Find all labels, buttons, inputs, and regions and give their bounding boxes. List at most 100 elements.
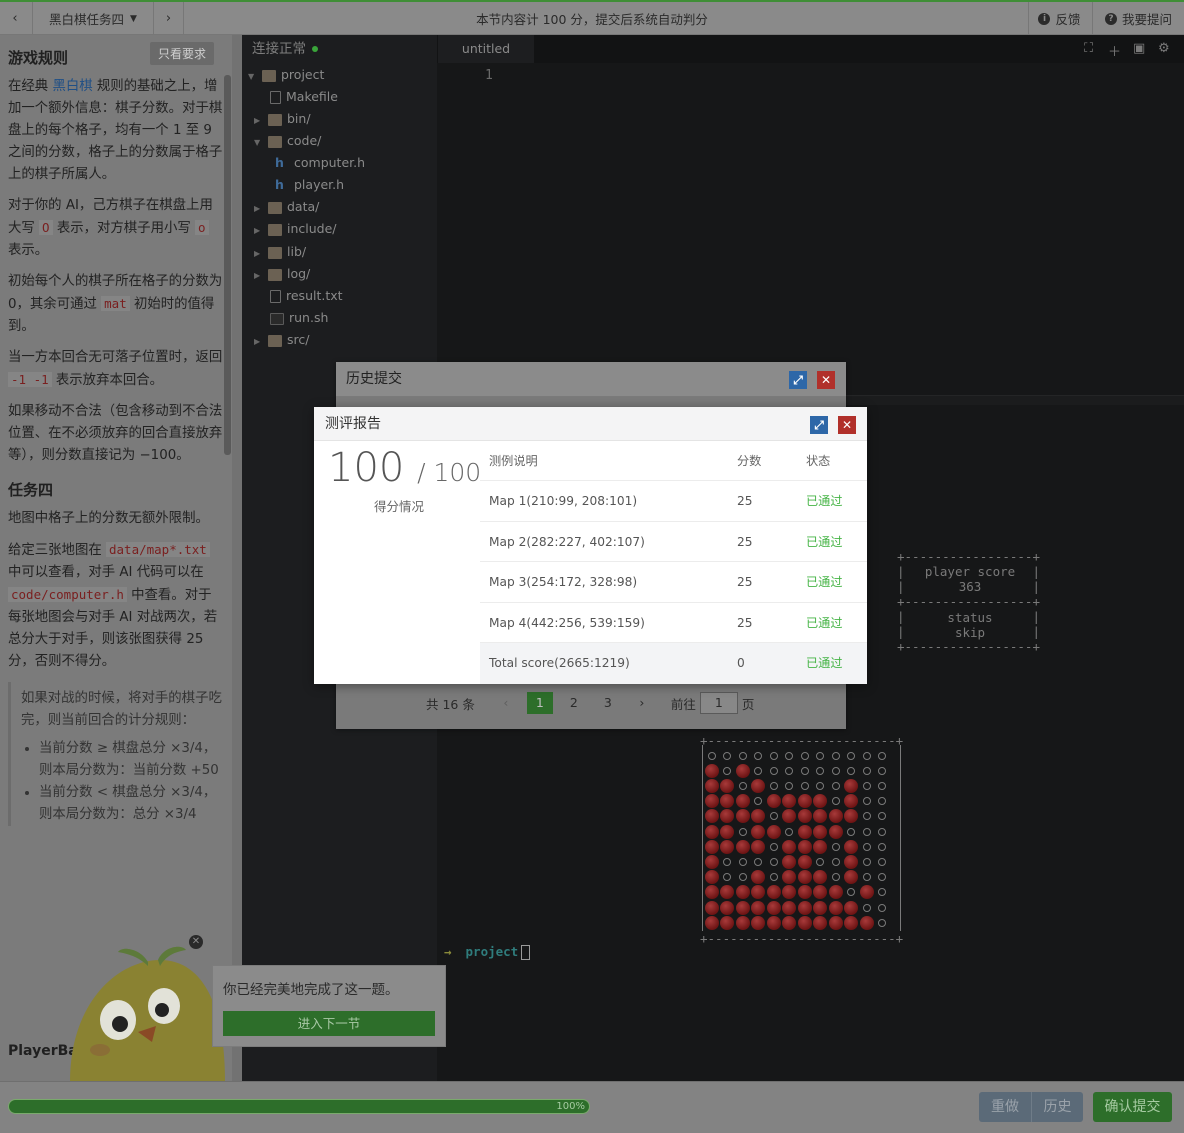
page-suffix: 页 — [741, 696, 755, 712]
piece — [766, 915, 782, 930]
panel-splitter[interactable] — [232, 35, 242, 1081]
empty-cell — [766, 778, 782, 793]
piece — [782, 900, 798, 915]
tree-item-log[interactable]: ▶ log/ — [254, 263, 310, 285]
empty-cell — [844, 763, 860, 778]
tree-item-lib[interactable]: ▶ lib/ — [254, 241, 306, 263]
close-icon[interactable]: ✕ — [838, 416, 856, 434]
table-header: 测例说明 分数 状态 — [480, 441, 867, 481]
empty-cell — [875, 824, 891, 839]
total-score: 100 / 100 — [328, 445, 482, 491]
piece — [751, 915, 767, 930]
question-icon: ? — [1104, 12, 1117, 25]
page-3[interactable]: 3 — [595, 692, 621, 714]
close-icon[interactable]: ✕ — [817, 371, 835, 389]
empty-cell — [720, 763, 736, 778]
empty-cell — [875, 778, 891, 793]
feedback-button[interactable]: i 反馈 — [1028, 2, 1090, 35]
piece — [844, 778, 860, 793]
history-button[interactable]: 历史 — [1031, 1092, 1083, 1122]
piece — [735, 809, 751, 824]
prev-page-icon[interactable]: ‹ — [493, 692, 519, 714]
empty-cell — [859, 809, 875, 824]
next-page-icon[interactable]: › — [629, 692, 655, 714]
empty-cell — [859, 778, 875, 793]
piece — [813, 870, 829, 885]
empty-cell — [875, 915, 891, 930]
tree-item-src[interactable]: ▶ src/ — [254, 329, 309, 351]
save-icon[interactable]: ▣ — [1133, 41, 1145, 56]
piece — [704, 900, 720, 915]
ask-question-button[interactable]: ? 我要提问 — [1092, 2, 1184, 35]
new-file-icon[interactable]: ＋ — [1108, 41, 1121, 60]
othello-link[interactable]: 黑白棋 — [52, 79, 92, 94]
only-requirements-toggle[interactable]: 只看要求 — [150, 42, 215, 65]
piece — [782, 809, 798, 824]
tree-item-code[interactable]: ▼ code/ — [254, 130, 321, 152]
empty-cell — [828, 763, 844, 778]
tree-item-bin[interactable]: ▶ bin/ — [254, 108, 311, 130]
piece — [844, 839, 860, 854]
empty-cell — [813, 748, 829, 763]
empty-cell — [782, 748, 798, 763]
piece — [751, 900, 767, 915]
empty-cell — [828, 778, 844, 793]
piece — [704, 854, 720, 869]
empty-cell — [797, 778, 813, 793]
tree-item-data[interactable]: ▶ data/ — [254, 196, 319, 218]
maximize-icon[interactable]: ⤢ — [810, 416, 828, 434]
piece — [813, 900, 829, 915]
piece — [704, 763, 720, 778]
next-section-button[interactable]: 进入下一节 — [223, 1011, 435, 1036]
piece — [844, 854, 860, 869]
tree-item-include[interactable]: ▶ include/ — [254, 218, 337, 240]
empty-cell — [875, 870, 891, 885]
redo-button[interactable]: 重做 — [979, 1092, 1031, 1122]
empty-cell — [766, 763, 782, 778]
piece — [704, 885, 720, 900]
doc-scrollbar[interactable] — [224, 75, 231, 455]
maximize-icon[interactable]: ⤢ — [789, 371, 807, 389]
empty-cell — [735, 824, 751, 839]
piece — [813, 915, 829, 930]
piece — [751, 885, 767, 900]
board-row — [704, 778, 890, 793]
empty-cell — [875, 885, 891, 900]
gear-icon[interactable]: ⚙ — [1158, 41, 1170, 56]
shell-prompt[interactable]: → project — [444, 944, 531, 960]
empty-cell — [844, 748, 860, 763]
page-2[interactable]: 2 — [561, 692, 587, 714]
piece — [720, 885, 736, 900]
empty-cell — [859, 900, 875, 915]
board-row — [704, 854, 890, 869]
empty-cell — [828, 794, 844, 809]
tree-item-project[interactable]: ▼ project — [248, 64, 324, 86]
tree-item-player-h[interactable]: h player.h — [275, 174, 344, 196]
tree-item-computer-h[interactable]: h computer.h — [275, 152, 365, 174]
tree-item-run-sh[interactable]: run.sh — [270, 307, 328, 329]
status-dot-icon — [312, 46, 318, 52]
page-1[interactable]: 1 — [526, 692, 553, 714]
piece — [828, 809, 844, 824]
board-row — [704, 839, 890, 854]
piece — [766, 794, 782, 809]
empty-cell — [766, 854, 782, 869]
close-toast-icon[interactable]: ✕ — [189, 935, 203, 949]
piece — [782, 839, 798, 854]
table-row: Map 1(210:99, 208:101) 25 已通过 — [480, 481, 867, 522]
folder-icon — [268, 268, 282, 281]
scoring-note: 如果对战的时候，将对手的棋子吃完，则当前回合的计分规则： 当前分数 ≥ 棋盘总分… — [8, 682, 224, 826]
task-paragraph-2: 给定三张地图在 data/map*.txt 中可以查看，对手 AI 代码可以在 … — [8, 542, 218, 669]
tree-item-result-txt[interactable]: result.txt — [270, 285, 343, 307]
empty-cell — [875, 809, 891, 824]
tree-item-makefile[interactable]: Makefile — [270, 86, 338, 108]
empty-cell — [859, 763, 875, 778]
empty-cell — [735, 778, 751, 793]
empty-cell — [751, 763, 767, 778]
piece — [766, 900, 782, 915]
tab-untitled[interactable]: untitled — [438, 35, 534, 63]
fullscreen-icon[interactable]: ⛶ — [1084, 41, 1093, 56]
empty-cell — [751, 748, 767, 763]
goto-page-input[interactable]: 1 — [699, 692, 738, 714]
submit-button[interactable]: 确认提交 — [1093, 1092, 1172, 1122]
